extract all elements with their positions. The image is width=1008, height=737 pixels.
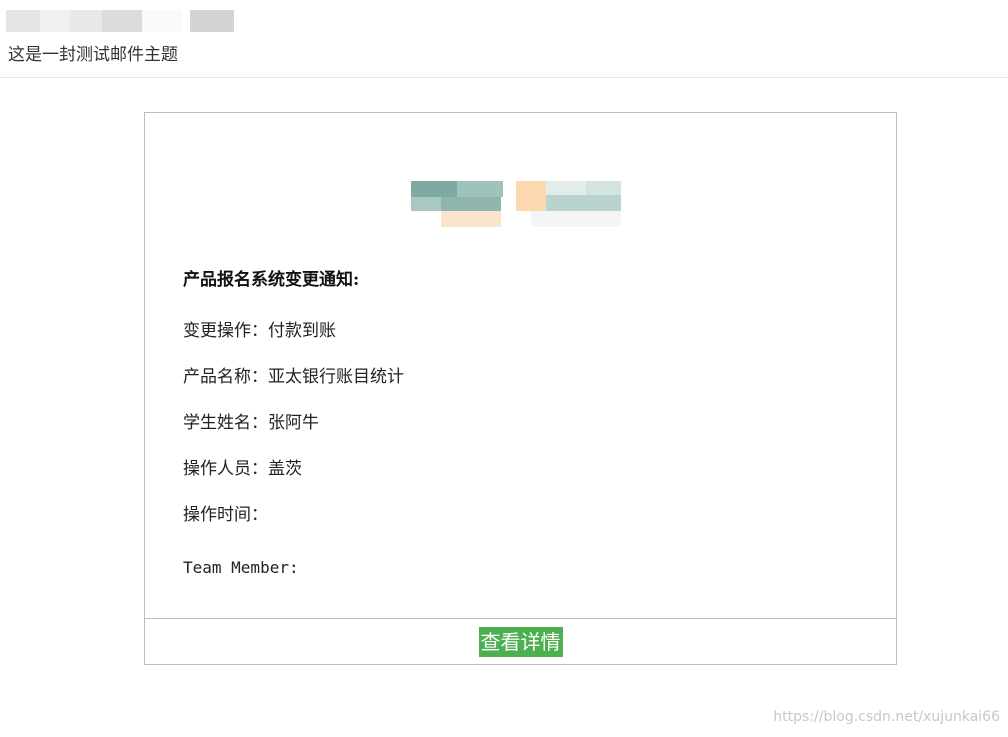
email-subject: 这是一封测试邮件主题: [8, 45, 178, 65]
field-student-name: 学生姓名：张阿牛: [183, 408, 319, 433]
email-card-body: 产品报名系统变更通知: 变更操作：付款到账 产品名称：亚太银行账目统计 学生姓名…: [145, 113, 896, 619]
field-operator: 操作人员：盖茨: [183, 454, 302, 479]
company-logo-redacted: [411, 181, 635, 227]
field-label: 变更操作: [183, 321, 251, 341]
field-separator: ：: [251, 367, 268, 387]
email-card: 产品报名系统变更通知: 变更操作：付款到账 产品名称：亚太银行账目统计 学生姓名…: [144, 112, 897, 665]
field-change-operation: 变更操作：付款到账: [183, 316, 336, 341]
email-header: 这是一封测试邮件主题: [0, 0, 1008, 78]
field-label: 学生姓名: [183, 413, 251, 433]
notice-title: 产品报名系统变更通知:: [183, 270, 360, 290]
field-label: 操作时间: [183, 505, 251, 525]
field-separator: ：: [251, 505, 268, 525]
field-separator: ：: [251, 459, 268, 479]
field-value: 张阿牛: [268, 413, 319, 433]
watermark-url: https://blog.csdn.net/xujunkai66: [773, 709, 1000, 725]
field-value: 付款到账: [268, 321, 336, 341]
team-member-label: Team Member:: [183, 558, 299, 577]
field-operation-time: 操作时间：: [183, 500, 268, 525]
email-card-footer: 查看详情: [145, 619, 896, 664]
field-label: 产品名称: [183, 367, 251, 387]
field-label: 操作人员: [183, 459, 251, 479]
field-separator: ：: [251, 413, 268, 433]
field-value: 盖茨: [268, 459, 302, 479]
field-product-name: 产品名称：亚太银行账目统计: [183, 362, 404, 387]
field-separator: ：: [251, 321, 268, 341]
field-value: 亚太银行账目统计: [268, 367, 404, 387]
sender-name-redacted: [6, 10, 234, 32]
view-details-button[interactable]: 查看详情: [478, 627, 563, 657]
